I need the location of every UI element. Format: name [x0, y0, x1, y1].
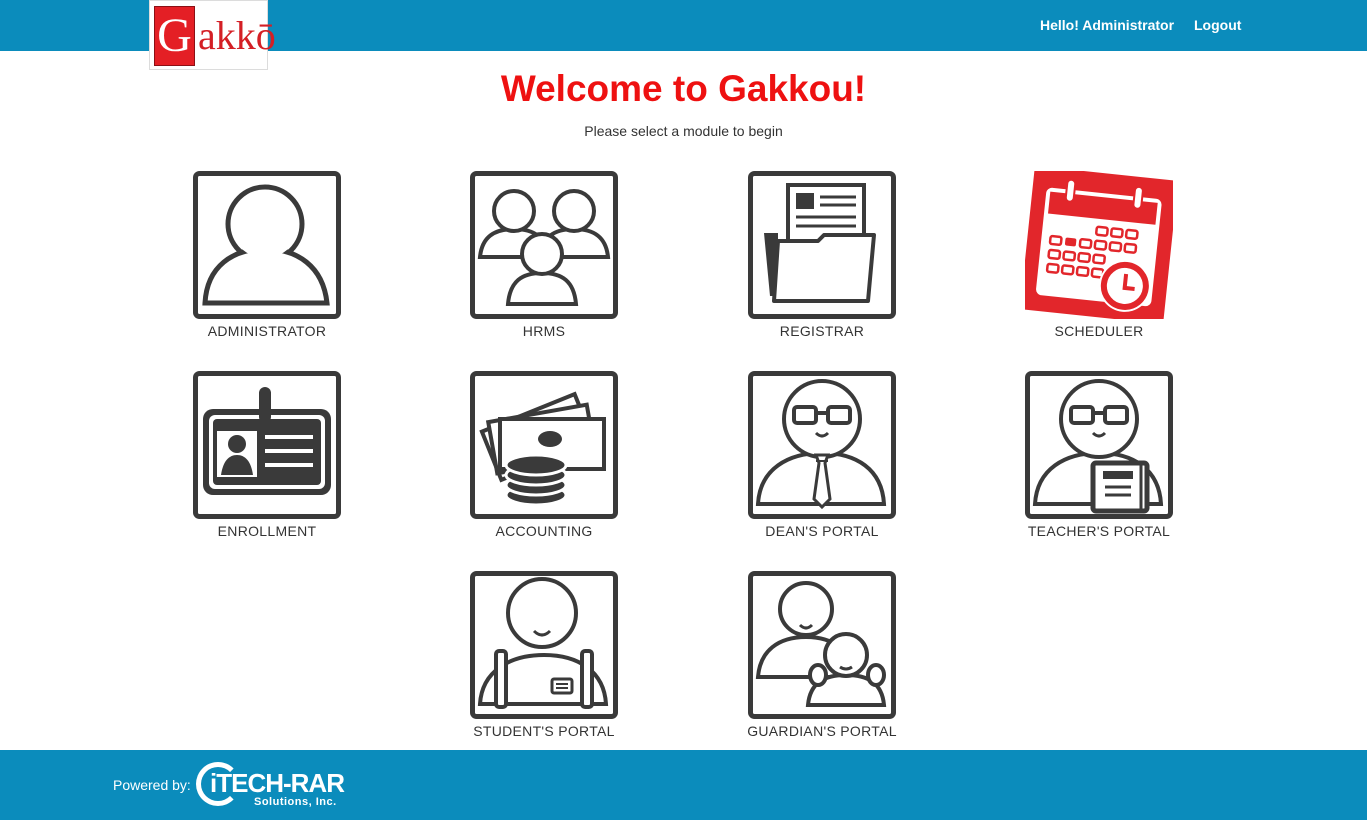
dean-tie-icon [748, 371, 896, 519]
module-label: GUARDIAN'S PORTAL [747, 723, 897, 739]
powered-by-label: Powered by: [113, 777, 191, 793]
top-navbar: G akkō Hello! Administrator Logout [0, 0, 1367, 70]
calendar-clock-icon [1025, 171, 1173, 319]
module-students-portal[interactable]: STUDENT'S PORTAL [434, 571, 654, 746]
module-label: ENROLLMENT [217, 523, 317, 539]
page-subtitle: Please select a module to begin [584, 123, 783, 139]
module-teachers-portal[interactable]: TEACHER'S PORTAL [989, 371, 1209, 546]
logo-initial: G [154, 6, 195, 66]
module-guardians-portal[interactable]: GUARDIAN'S PORTAL [712, 571, 932, 746]
teacher-book-icon [1025, 371, 1173, 519]
folder-documents-icon [748, 171, 896, 319]
module-scheduler[interactable]: SCHEDULER [989, 171, 1209, 346]
student-backpack-icon [470, 571, 618, 719]
module-label: ADMINISTRATOR [207, 323, 327, 339]
module-label: REGISTRAR [779, 323, 865, 339]
module-label: SCHEDULER [1054, 323, 1144, 339]
module-registrar[interactable]: REGISTRAR [712, 171, 932, 346]
module-label: STUDENT'S PORTAL [473, 723, 615, 739]
module-accounting[interactable]: ACCOUNTING [434, 371, 654, 546]
guardian-child-icon [748, 571, 896, 719]
hrms-group-icon [470, 171, 618, 319]
page-title: Welcome to Gakkou! [500, 68, 867, 109]
logo-text: akkō [198, 13, 276, 58]
footer: Powered by: iTECH-RAR Solutions, Inc. [0, 750, 1367, 820]
id-card-icon [193, 371, 341, 519]
module-deans-portal[interactable]: DEAN'S PORTAL [712, 371, 932, 546]
module-label: HRMS [522, 323, 566, 339]
module-label: DEAN'S PORTAL [765, 523, 879, 539]
itech-brand-name: iTECH-RAR [210, 768, 345, 798]
itech-rar-logo: iTECH-RAR Solutions, Inc. [196, 762, 356, 812]
gakko-logo[interactable]: G akkō [149, 0, 276, 70]
itech-brand-sub: Solutions, Inc. [254, 796, 337, 808]
logout-link[interactable]: Logout [1194, 17, 1241, 33]
module-hrms[interactable]: HRMS [434, 171, 654, 346]
administrator-icon [193, 171, 341, 319]
module-label: ACCOUNTING [495, 523, 593, 539]
user-greeting: Hello! Administrator [1040, 17, 1175, 33]
money-coins-icon [470, 371, 618, 519]
module-administrator[interactable]: ADMINISTRATOR [157, 171, 377, 346]
module-enrollment[interactable]: ENROLLMENT [157, 371, 377, 546]
module-label: TEACHER'S PORTAL [1027, 523, 1171, 539]
